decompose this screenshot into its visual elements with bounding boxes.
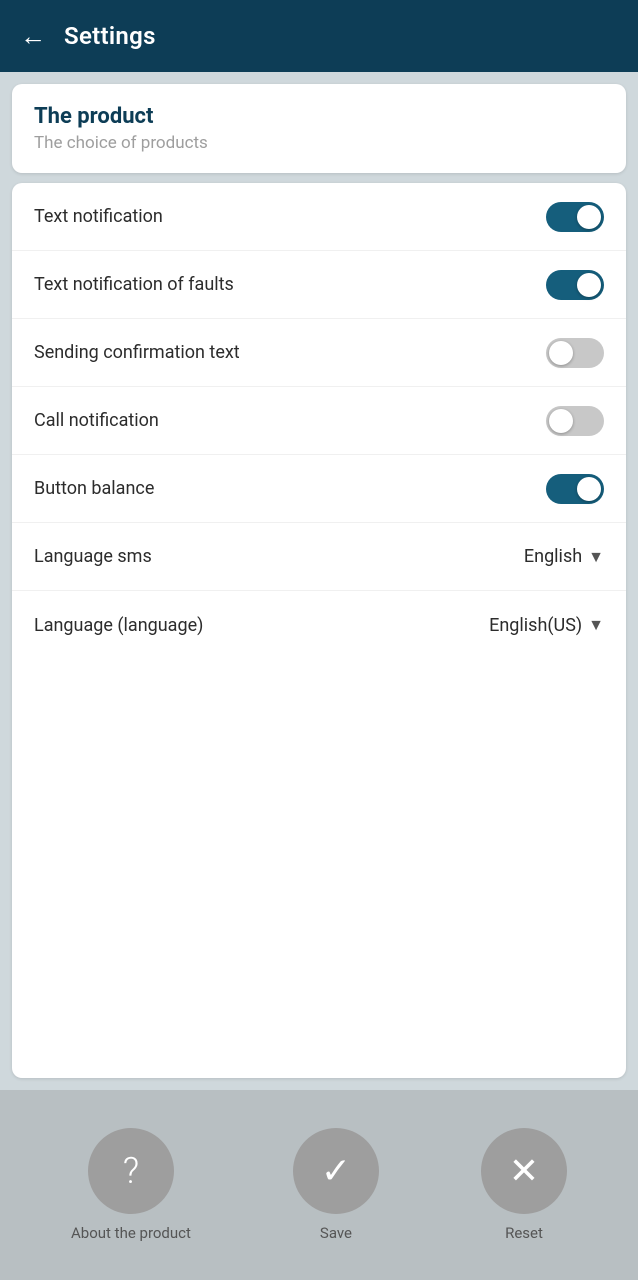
bottom-button-about-product[interactable]: ? About the product (71, 1128, 191, 1242)
toggle-track-text-notification-faults (546, 270, 604, 300)
bottom-button-icon-reset: ✕ (481, 1128, 567, 1214)
toggle-track-text-notification (546, 202, 604, 232)
setting-label-text-notification: Text notification (34, 206, 163, 227)
dropdown-language-sms[interactable]: English ▼ (524, 546, 604, 567)
toggle-thumb-text-notification-faults (577, 273, 601, 297)
toggle-track-sending-confirmation-text (546, 338, 604, 368)
setting-row-button-balance: Button balance (12, 455, 626, 523)
dropdown-arrow-icon-language-sms: ▼ (588, 547, 604, 567)
toggle-text-notification-faults[interactable] (546, 270, 604, 300)
toggle-track-call-notification (546, 406, 604, 436)
bottom-button-label-reset: Reset (505, 1224, 543, 1242)
setting-label-language-sms: Language sms (34, 546, 152, 567)
dropdown-language-language[interactable]: English(US) ▼ (489, 615, 604, 636)
product-card: The product The choice of products (12, 84, 626, 173)
setting-row-text-notification-faults: Text notification of faults (12, 251, 626, 319)
bottom-button-label-save: Save (320, 1224, 352, 1242)
app-header: ← Settings (0, 0, 638, 72)
toggle-thumb-sending-confirmation-text (549, 341, 573, 365)
toggle-thumb-text-notification (577, 205, 601, 229)
setting-row-language-language: Language (language) English(US) ▼ (12, 591, 626, 659)
bottom-button-label-about-product: About the product (71, 1224, 191, 1242)
toggle-thumb-call-notification (549, 409, 573, 433)
dropdown-arrow-icon-language-language: ▼ (588, 615, 604, 635)
dropdown-value-language-sms: English (524, 546, 582, 567)
setting-row-language-sms: Language sms English ▼ (12, 523, 626, 591)
setting-row-sending-confirmation-text: Sending confirmation text (12, 319, 626, 387)
setting-row-text-notification: Text notification (12, 183, 626, 251)
toggle-call-notification[interactable] (546, 406, 604, 436)
bottom-button-reset[interactable]: ✕ Reset (481, 1128, 567, 1242)
setting-label-call-notification: Call notification (34, 410, 159, 431)
bottom-bar: ? About the product ✓ Save ✕ Reset (0, 1090, 638, 1280)
bottom-button-icon-about-product: ? (88, 1128, 174, 1214)
back-button[interactable]: ← (20, 21, 46, 52)
toggle-track-button-balance (546, 474, 604, 504)
setting-label-language-language: Language (language) (34, 615, 203, 636)
product-subtitle: The choice of products (34, 133, 604, 153)
toggle-text-notification[interactable] (546, 202, 604, 232)
main-area: The product The choice of products Text … (0, 72, 638, 1090)
settings-card: Text notification Text notification of fa… (12, 183, 626, 1078)
setting-row-call-notification: Call notification (12, 387, 626, 455)
dropdown-value-language-language: English(US) (489, 615, 582, 636)
setting-label-button-balance: Button balance (34, 478, 154, 499)
setting-label-sending-confirmation-text: Sending confirmation text (34, 342, 240, 363)
page-title: Settings (64, 22, 156, 50)
setting-label-text-notification-faults: Text notification of faults (34, 274, 234, 295)
toggle-sending-confirmation-text[interactable] (546, 338, 604, 368)
toggle-button-balance[interactable] (546, 474, 604, 504)
bottom-button-save[interactable]: ✓ Save (293, 1128, 379, 1242)
toggle-thumb-button-balance (577, 477, 601, 501)
product-name: The product (34, 104, 604, 129)
bottom-button-icon-save: ✓ (293, 1128, 379, 1214)
